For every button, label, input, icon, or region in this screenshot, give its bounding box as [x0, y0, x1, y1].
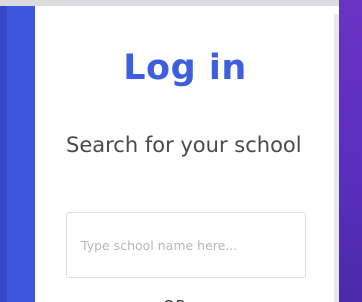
or-divider-text: OR — [35, 297, 315, 302]
right-background-panel — [339, 0, 362, 302]
login-card: Log in Search for your school OR — [35, 8, 334, 302]
school-search-input[interactable] — [66, 212, 306, 278]
login-title: Log in — [123, 48, 247, 88]
school-search-label: Search for your school — [66, 133, 302, 157]
viewport: Log in Search for your school OR — [0, 0, 362, 302]
left-edge-shadow — [0, 6, 7, 302]
top-bar — [0, 0, 362, 6]
